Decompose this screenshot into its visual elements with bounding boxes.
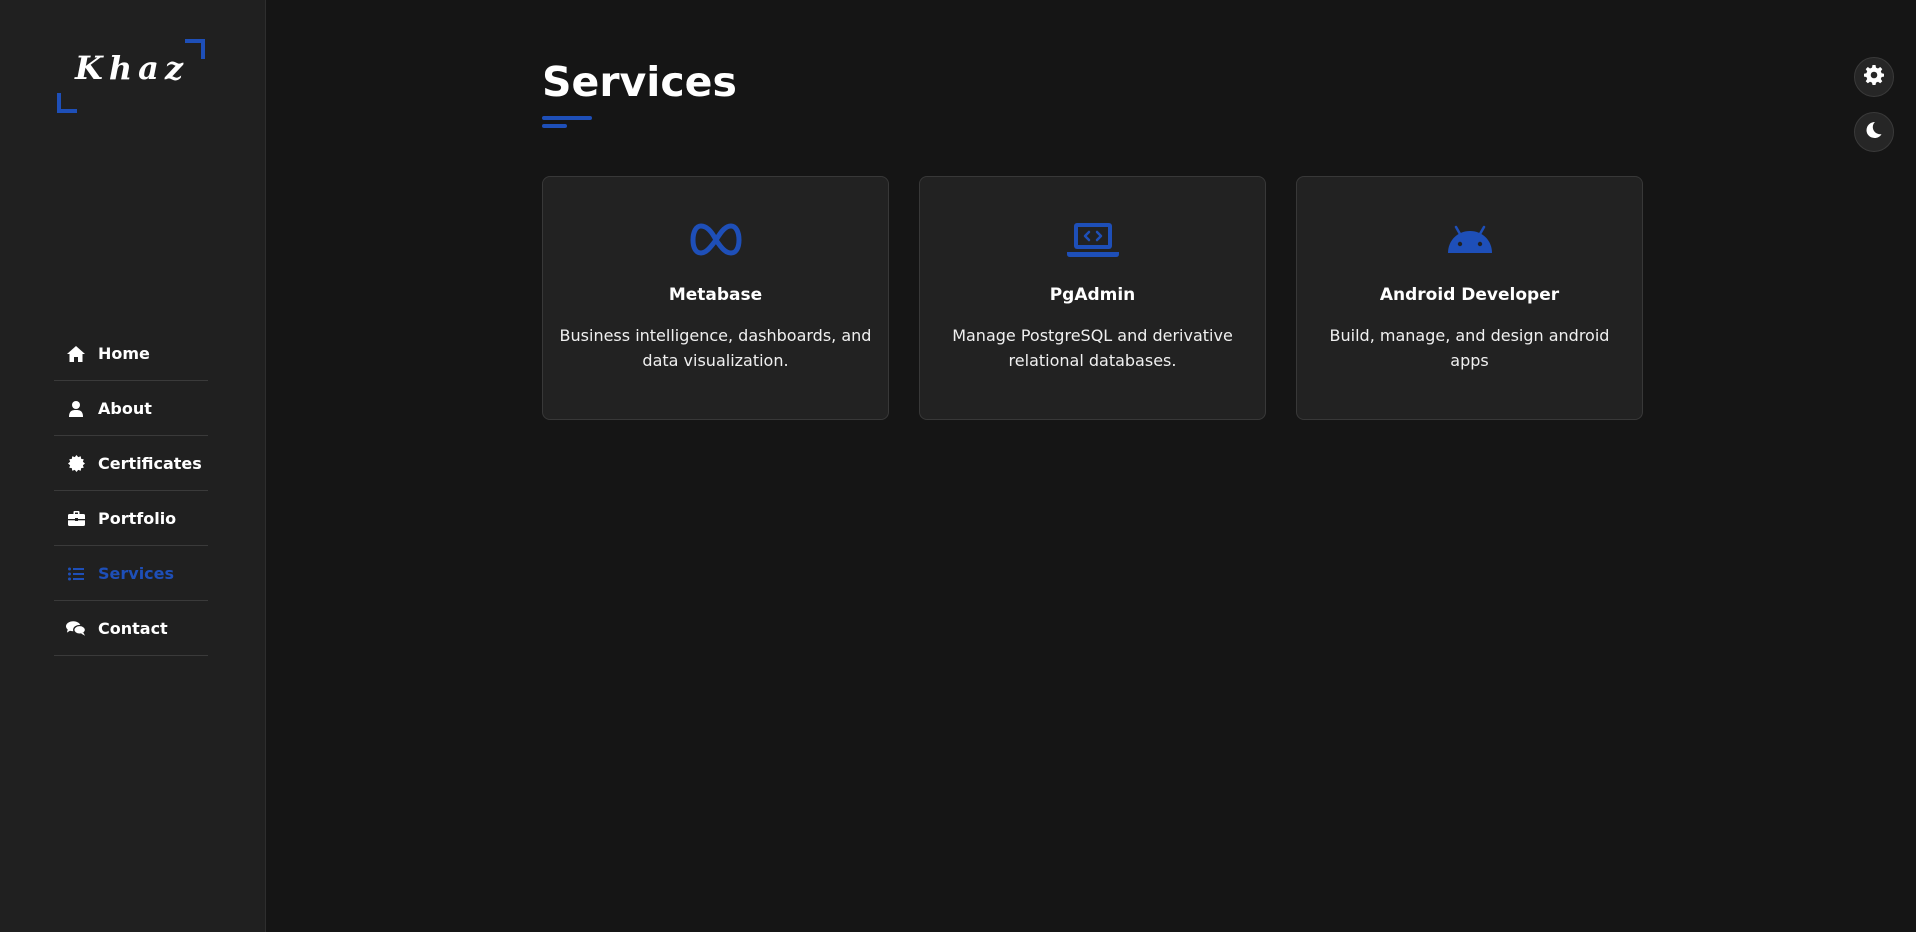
sidebar-item-services[interactable]: Services: [54, 547, 208, 601]
service-card-metabase[interactable]: Metabase Business intelligence, dashboar…: [542, 176, 889, 420]
service-card-description: Business intelligence, dashboards, and d…: [559, 326, 872, 370]
sidebar-nav: Home About Certificates Portfolio Servic…: [54, 327, 208, 657]
android-icon: [1442, 217, 1498, 263]
service-card-pgadmin[interactable]: PgAdmin Manage PostgreSQL and derivative…: [919, 176, 1266, 420]
service-card-title: Metabase: [668, 285, 763, 305]
sidebar-item-label: Contact: [98, 619, 168, 638]
service-card-android[interactable]: Android Developer Build, manage, and des…: [1296, 176, 1643, 420]
logo[interactable]: Khaz: [57, 39, 205, 113]
page-title: Services: [542, 58, 737, 106]
title-underline: [542, 116, 592, 128]
theme-toggle-button[interactable]: [1854, 112, 1894, 152]
service-card-title: PgAdmin: [1049, 285, 1136, 305]
sidebar-item-certificates[interactable]: Certificates: [54, 437, 208, 491]
title-underline-short: [542, 124, 567, 128]
sidebar-item-about[interactable]: About: [54, 382, 208, 436]
user-icon: [66, 399, 86, 419]
sidebar-item-label: Portfolio: [98, 509, 177, 528]
meta-infinity-icon: [688, 217, 744, 263]
service-card-description: Build, manage, and design android apps: [1329, 326, 1610, 370]
gear-icon: [1864, 65, 1884, 89]
moon-icon: [1865, 121, 1883, 143]
service-card-description: Manage PostgreSQL and derivative relatio…: [952, 326, 1233, 370]
sidebar-item-label: Certificates: [98, 454, 202, 473]
sidebar-item-label: Services: [98, 564, 175, 583]
sidebar-item-label: Home: [98, 344, 150, 363]
sidebar-item-portfolio[interactable]: Portfolio: [54, 492, 208, 546]
app-root: Khaz Home About Certificates Portfolio S…: [0, 0, 1916, 932]
services-cards: Metabase Business intelligence, dashboar…: [542, 176, 1643, 420]
chat-icon: [66, 619, 86, 639]
title-underline-long: [542, 116, 592, 120]
service-card-title: Android Developer: [1379, 285, 1560, 305]
laptop-code-icon: [1065, 217, 1121, 263]
sidebar: Khaz Home About Certificates Portfolio S…: [0, 0, 266, 932]
sidebar-item-label: About: [98, 399, 152, 418]
main-content: Services Metabase Business intelligence,…: [266, 0, 1916, 932]
briefcase-icon: [66, 509, 86, 529]
settings-button[interactable]: [1854, 57, 1894, 97]
home-icon: [66, 344, 86, 364]
sidebar-item-home[interactable]: Home: [54, 327, 208, 381]
certificate-icon: [66, 454, 86, 474]
logo-corner-bottom-left: [57, 93, 77, 113]
logo-text: Khaz: [75, 49, 189, 87]
list-icon: [66, 564, 86, 584]
sidebar-item-contact[interactable]: Contact: [54, 602, 208, 656]
